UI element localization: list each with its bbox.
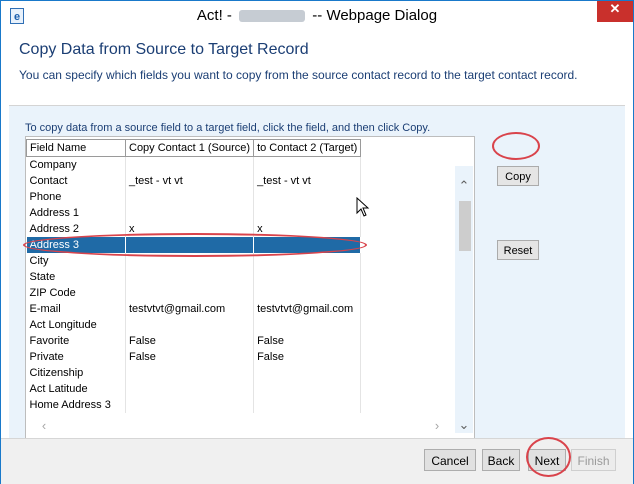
table-row[interactable]: City xyxy=(26,253,362,269)
field-name-cell[interactable]: Address 3 xyxy=(26,237,126,253)
field-name-cell[interactable]: Contact xyxy=(26,173,126,189)
source-value-cell[interactable]: testvtvt@gmail.com xyxy=(125,301,255,317)
source-value-cell[interactable] xyxy=(125,253,255,269)
field-table: Field Name Copy Contact 1 (Source) to Co… xyxy=(26,139,362,413)
field-name-cell[interactable]: Phone xyxy=(26,189,126,205)
field-name-cell[interactable]: City xyxy=(26,253,126,269)
field-name-cell[interactable]: Act Longitude xyxy=(26,317,126,333)
cancel-button[interactable]: Cancel xyxy=(424,449,476,471)
field-name-cell[interactable]: Act Latitude xyxy=(26,381,126,397)
dialog-content: Copy Data from Source to Target Record Y… xyxy=(9,31,625,439)
horizontal-scrollbar[interactable]: ‹ › xyxy=(25,418,455,434)
target-value-cell[interactable] xyxy=(253,253,362,269)
table-row-selected[interactable]: Address 3 xyxy=(26,237,362,253)
field-name-cell[interactable]: Private xyxy=(26,349,126,365)
source-value-cell[interactable] xyxy=(125,156,255,173)
table-row[interactable]: ZIP Code xyxy=(26,285,362,301)
table-row[interactable]: Act Latitude xyxy=(26,381,362,397)
field-name-cell[interactable]: Company xyxy=(26,156,126,173)
target-value-cell[interactable] xyxy=(253,237,362,253)
dialog-window: e Act! - -- Webpage Dialog ✕ Copy Data f… xyxy=(0,0,634,484)
scroll-left-icon[interactable]: ‹ xyxy=(37,418,51,434)
field-name-cell[interactable]: Favorite xyxy=(26,333,126,349)
target-value-cell[interactable]: _test - vt vt xyxy=(253,173,362,189)
source-value-cell[interactable] xyxy=(125,205,255,221)
close-icon: ✕ xyxy=(609,1,621,16)
scroll-thumb[interactable] xyxy=(459,201,471,251)
source-value-cell[interactable]: False xyxy=(125,333,255,349)
source-value-cell[interactable]: x xyxy=(125,221,255,237)
target-value-cell[interactable] xyxy=(253,156,362,173)
copy-button[interactable]: Copy xyxy=(497,166,539,186)
close-button[interactable]: ✕ xyxy=(597,1,633,22)
field-grid: Field Name Copy Contact 1 (Source) to Co… xyxy=(25,136,475,439)
window-title-prefix: Act! - xyxy=(196,7,232,24)
source-value-cell[interactable] xyxy=(125,317,255,333)
field-name-cell[interactable]: State xyxy=(26,269,126,285)
window-title-suffix: -- Webpage Dialog xyxy=(312,7,438,24)
table-row[interactable]: State xyxy=(26,269,362,285)
wizard-header: Copy Data from Source to Target Record Y… xyxy=(9,31,625,106)
window-title: Act! - -- Webpage Dialog xyxy=(1,7,633,24)
source-value-cell[interactable] xyxy=(125,189,255,205)
field-name-cell[interactable]: Home Address 3 xyxy=(26,397,126,413)
table-row[interactable]: Company xyxy=(26,156,362,173)
table-row[interactable]: Address 1 xyxy=(26,205,362,221)
target-value-cell[interactable] xyxy=(253,205,362,221)
table-row[interactable]: Address 2 x x xyxy=(26,221,362,237)
column-header-source: Copy Contact 1 (Source) xyxy=(124,139,255,157)
target-value-cell[interactable] xyxy=(253,365,362,381)
source-value-cell[interactable] xyxy=(125,397,255,413)
table-row[interactable]: E-mail testvtvt@gmail.com testvtvt@gmail… xyxy=(26,301,362,317)
field-name-cell[interactable]: ZIP Code xyxy=(26,285,126,301)
target-value-cell[interactable] xyxy=(253,189,362,205)
instructions-text: To copy data from a source field to a ta… xyxy=(25,122,431,134)
table-row[interactable]: Contact _test - vt vt _test - vt vt xyxy=(26,173,362,189)
copy-panel: To copy data from a source field to a ta… xyxy=(9,106,625,439)
vertical-scrollbar[interactable]: ⌃ ⌄ xyxy=(455,166,473,433)
finish-button: Finish xyxy=(571,449,616,471)
mouse-cursor-icon xyxy=(356,197,370,217)
target-value-cell[interactable] xyxy=(253,317,362,333)
source-value-cell[interactable]: _test - vt vt xyxy=(125,173,255,189)
field-name-cell[interactable]: Address 1 xyxy=(26,205,126,221)
target-value-cell[interactable] xyxy=(253,285,362,301)
table-row[interactable]: Private False False xyxy=(26,349,362,365)
target-value-cell[interactable] xyxy=(253,397,362,413)
scroll-down-icon[interactable]: ⌄ xyxy=(457,418,471,432)
title-bar: e Act! - -- Webpage Dialog ✕ xyxy=(1,1,633,31)
field-name-cell[interactable]: E-mail xyxy=(26,301,126,317)
target-value-cell[interactable]: False xyxy=(253,349,362,365)
scroll-up-icon[interactable]: ⌃ xyxy=(457,179,471,193)
reset-button[interactable]: Reset xyxy=(497,240,539,260)
table-header-row: Field Name Copy Contact 1 (Source) to Co… xyxy=(26,139,362,157)
target-value-cell[interactable]: False xyxy=(253,333,362,349)
field-name-cell[interactable]: Citizenship xyxy=(26,365,126,381)
source-value-cell[interactable] xyxy=(125,381,255,397)
source-value-cell[interactable] xyxy=(125,269,255,285)
table-row[interactable]: Phone xyxy=(26,189,362,205)
field-name-cell[interactable]: Address 2 xyxy=(26,221,126,237)
next-button[interactable]: Next xyxy=(528,449,566,471)
table-row[interactable]: Citizenship xyxy=(26,365,362,381)
source-value-cell[interactable] xyxy=(125,285,255,301)
column-header-target: to Contact 2 (Target) xyxy=(253,139,362,157)
page-description: You can specify which fields you want to… xyxy=(19,68,578,82)
target-value-cell[interactable]: x xyxy=(253,221,362,237)
back-button[interactable]: Back xyxy=(482,449,520,471)
target-value-cell[interactable] xyxy=(253,381,362,397)
scroll-right-icon[interactable]: › xyxy=(430,418,444,434)
source-value-cell[interactable]: False xyxy=(125,349,255,365)
source-value-cell[interactable] xyxy=(125,237,255,253)
target-value-cell[interactable] xyxy=(253,269,362,285)
table-row[interactable]: Act Longitude xyxy=(26,317,362,333)
redacted-name xyxy=(239,10,306,23)
target-value-cell[interactable]: testvtvt@gmail.com xyxy=(253,301,362,317)
wizard-footer: Cancel Back Next Finish xyxy=(1,438,633,484)
column-header-field-name: Field Name xyxy=(26,139,126,157)
table-row[interactable]: Favorite False False xyxy=(26,333,362,349)
table-row[interactable]: Home Address 3 xyxy=(26,397,362,413)
page-title: Copy Data from Source to Target Record xyxy=(19,41,309,58)
source-value-cell[interactable] xyxy=(125,365,255,381)
